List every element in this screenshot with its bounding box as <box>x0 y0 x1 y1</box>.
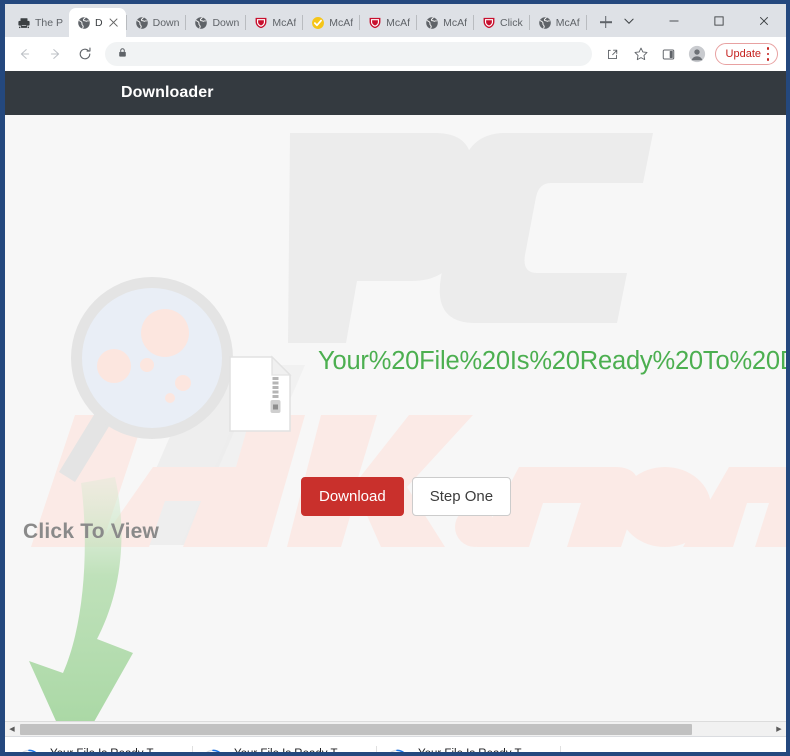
tab-strip: The P D Down Down McAf McAf McAf McAf Cl… <box>5 4 786 37</box>
browser-tab[interactable]: McAf <box>360 8 416 37</box>
lock-icon[interactable] <box>117 47 128 61</box>
download-filename: Your File Is Ready T....iso <box>234 748 345 753</box>
magnifying-glass-illustration <box>59 277 233 482</box>
download-filename: Your File Is Ready T....iso <box>418 748 529 753</box>
tab-search-icon[interactable] <box>606 4 651 37</box>
back-icon[interactable] <box>11 40 39 68</box>
share-icon[interactable] <box>600 41 626 67</box>
close-icon[interactable] <box>107 16 120 29</box>
download-progress-icon <box>205 749 221 752</box>
ready-message: Your%20File%20Is%20Ready%20To%20Dow <box>318 347 786 375</box>
globe-icon <box>538 16 552 30</box>
page-header-bar: Downloader <box>5 71 786 115</box>
tab-title: McAf <box>329 16 354 29</box>
kebab-menu-icon[interactable] <box>766 47 770 61</box>
update-button[interactable]: Update <box>714 43 778 65</box>
zip-file-icon <box>229 355 292 432</box>
tab-separator <box>585 15 587 30</box>
scroll-right-arrow-icon[interactable]: ▶ <box>772 722 786 737</box>
mcafee-shield-icon <box>254 16 268 30</box>
browser-tab[interactable]: Down <box>186 8 245 37</box>
scrollbar-thumb[interactable] <box>20 723 692 735</box>
download-item[interactable]: Your File Is Ready T....iso 4.3 MB <box>377 741 560 753</box>
web-page: Downloader Your%20File%20Is%20Ready%20To… <box>5 71 786 721</box>
download-progress-icon <box>21 749 37 752</box>
scroll-left-arrow-icon[interactable]: ◀ <box>5 722 19 737</box>
browser-tab[interactable]: Click <box>474 8 529 37</box>
tab-title: Down <box>212 16 240 29</box>
tab-title: Click <box>500 16 523 29</box>
minimize-icon[interactable] <box>651 4 696 37</box>
forward-icon[interactable] <box>41 40 69 68</box>
maximize-icon[interactable] <box>696 4 741 37</box>
browser-tab[interactable]: McAf <box>303 8 359 37</box>
globe-icon <box>77 16 91 30</box>
address-bar[interactable] <box>105 42 592 66</box>
browser-tab[interactable]: Down <box>127 8 186 37</box>
download-meta: Your File Is Ready T....iso 2.2 MB <box>50 748 161 753</box>
browser-toolbar: Update <box>5 37 786 71</box>
download-progress-icon <box>389 749 405 752</box>
browser-tab[interactable]: McAf <box>246 8 302 37</box>
globe-icon <box>194 16 208 30</box>
profile-avatar-icon[interactable] <box>684 41 710 67</box>
mcafee-shield-icon <box>482 16 496 30</box>
star-icon[interactable] <box>628 41 654 67</box>
browser-tab[interactable]: McAf <box>417 8 473 37</box>
tab-title: McAf <box>555 16 580 29</box>
click-to-view-label: Click To View <box>23 520 160 543</box>
download-meta: Your File Is Ready T....iso 3.3 MB <box>234 748 345 753</box>
close-download-shelf-icon[interactable] <box>754 748 780 753</box>
check-circle-icon <box>311 16 325 30</box>
green-down-arrow-icon <box>29 477 133 721</box>
browser-window: The P D Down Down McAf McAf McAf McAf Cl… <box>5 4 786 752</box>
reload-icon[interactable] <box>71 40 99 68</box>
download-filename: Your File Is Ready T....iso <box>50 748 161 753</box>
side-panel-icon[interactable] <box>656 41 682 67</box>
show-all-button[interactable]: Show all <box>685 748 752 753</box>
page-title: Downloader <box>121 84 214 101</box>
tab-title: Down <box>152 16 180 29</box>
printer-icon <box>17 16 31 30</box>
tab-title: The P <box>35 16 64 29</box>
browser-tab[interactable]: The P <box>9 8 69 37</box>
download-button[interactable]: Download <box>301 477 404 517</box>
mcafee-shield-icon <box>368 16 382 30</box>
tab-title: McAf <box>386 16 411 29</box>
window-controls <box>606 4 786 37</box>
globe-icon <box>135 16 149 30</box>
tab-title: McAf <box>272 16 297 29</box>
download-item[interactable]: Your File Is Ready T....iso 2.2 MB <box>9 741 192 753</box>
browser-tab-active[interactable]: D <box>69 8 126 37</box>
update-label: Update <box>725 48 761 60</box>
browser-tab[interactable]: McAf <box>530 8 586 37</box>
download-shelf: Your File Is Ready T....iso 2.2 MB Your … <box>5 736 786 752</box>
globe-icon <box>425 16 439 30</box>
tab-title: McAf <box>443 16 468 29</box>
page-content: Your%20File%20Is%20Ready%20To%20Dow Down… <box>5 115 786 721</box>
tab-title: D <box>95 16 103 29</box>
step-one-button[interactable]: Step One <box>411 477 512 517</box>
close-window-icon[interactable] <box>741 4 786 37</box>
download-meta: Your File Is Ready T....iso 4.3 MB <box>418 748 529 753</box>
browser-window-frame: The P D Down Down McAf McAf McAf McAf Cl… <box>0 0 790 756</box>
horizontal-scrollbar[interactable]: ◀ ▶ <box>5 721 786 736</box>
download-divider <box>560 745 561 752</box>
download-item[interactable]: Your File Is Ready T....iso 3.3 MB <box>193 741 376 753</box>
action-buttons: Download Step One <box>301 477 512 517</box>
